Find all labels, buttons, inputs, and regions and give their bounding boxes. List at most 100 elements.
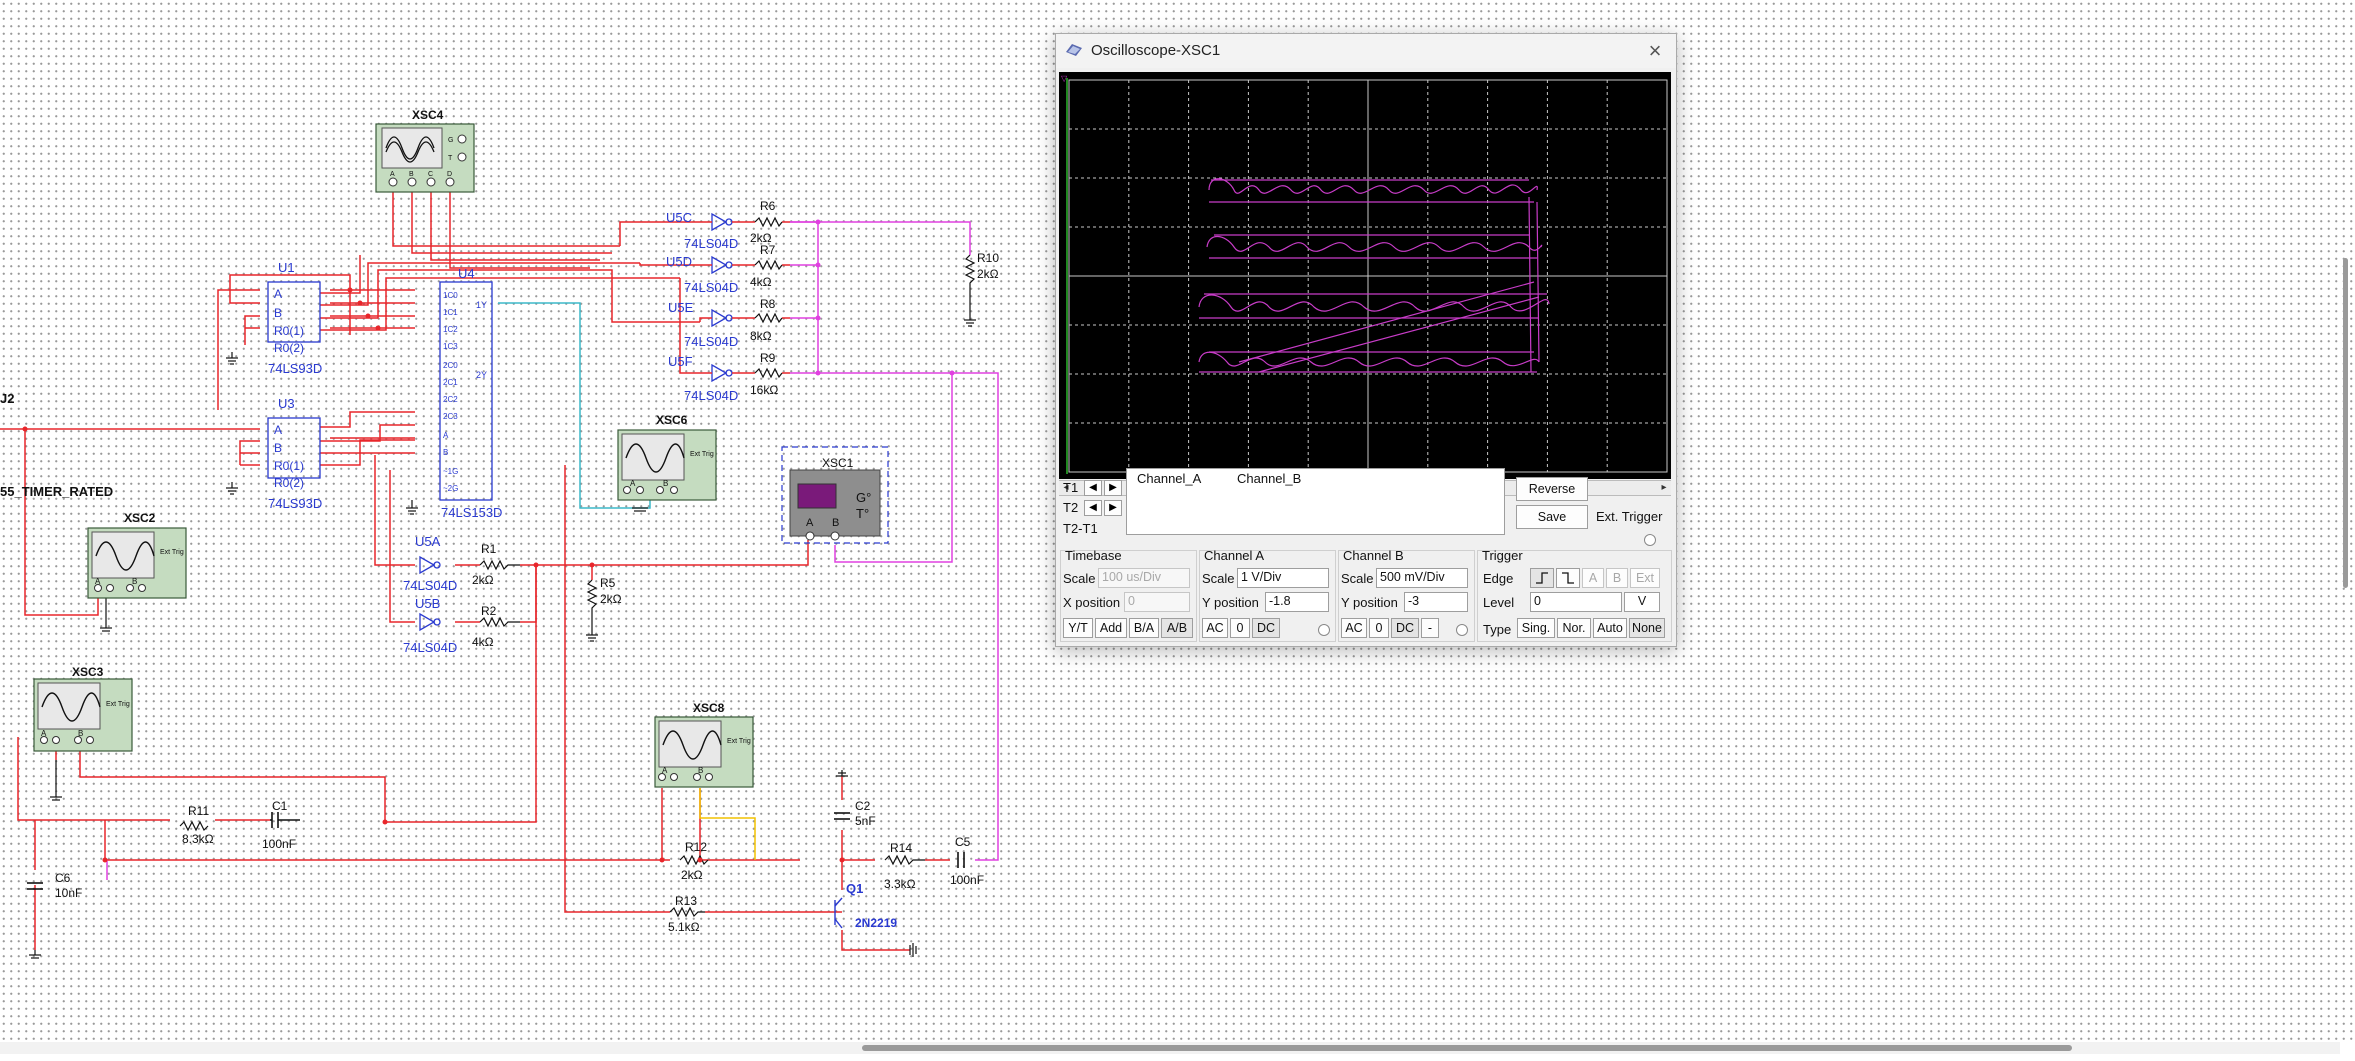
t1-left-arrow-icon[interactable]: ◀ — [1084, 480, 1102, 496]
c1-value: 100nF — [262, 837, 296, 851]
xsc3-ref: XSC3 — [72, 665, 104, 679]
u1-pin-r02: R0(2) — [274, 341, 304, 355]
mode-yt-button[interactable]: Y/T — [1063, 618, 1093, 638]
column-channel-a: Channel_A — [1137, 471, 1202, 486]
canvas-horizontal-scroll-thumb[interactable] — [862, 1045, 2072, 1051]
channel-b-ypos-field[interactable]: -3 — [1404, 592, 1468, 612]
timebase-scale-field[interactable]: 100 us/Div — [1098, 568, 1190, 588]
channel-b-ac-button[interactable]: AC — [1341, 618, 1367, 638]
xsc4-pin-t: T — [448, 155, 453, 162]
trigger-single-button[interactable]: Sing. — [1517, 618, 1555, 638]
mode-add-button[interactable]: Add — [1095, 618, 1127, 638]
channel-a-zero-button[interactable]: 0 — [1230, 618, 1250, 638]
channel-b-zero-button[interactable]: 0 — [1369, 618, 1389, 638]
timebase-xpos-field[interactable]: 0 — [1124, 592, 1190, 612]
t2-left-arrow-icon[interactable]: ◀ — [1084, 500, 1102, 516]
channel-a-polarity-radio[interactable] — [1318, 624, 1330, 636]
xsc1-t: T° — [856, 506, 869, 521]
oscilloscope-window[interactable]: Oscilloscope-XSC1 × ▽ ◂ ▸ T1 T2 T2-T1 ◀ … — [1055, 33, 1677, 647]
trigger-level-unit[interactable]: V — [1624, 592, 1660, 612]
xsc1-instrument[interactable]: XSC1 G° T° A B — [781, 446, 889, 544]
xsc3-instrument[interactable]: XSC3 Ext Trig A B — [33, 665, 133, 752]
timebase-xpos-label: X position — [1063, 595, 1121, 610]
r11-ref: R11 — [188, 804, 209, 818]
xsc4-pin-c: C — [428, 171, 433, 178]
save-button[interactable]: Save — [1516, 505, 1588, 529]
xsc4-pin-b: B — [409, 171, 414, 178]
mode-ba-button[interactable]: B/A — [1129, 618, 1159, 638]
falling-edge-icon[interactable] — [1556, 568, 1580, 588]
channel-b-scale-field[interactable]: 500 mV/Div — [1376, 568, 1468, 588]
oscilloscope-screen[interactable]: ▽ — [1059, 72, 1671, 479]
xsc4-pin-d: D — [447, 171, 452, 178]
u4-pin-1c3: 1C3 — [443, 342, 458, 351]
channel-a-ypos-label: Y position — [1202, 595, 1259, 610]
channel-a-ac-button[interactable]: AC — [1202, 618, 1228, 638]
channel-b-invert-button[interactable]: - — [1421, 618, 1439, 638]
oscilloscope-titlebar[interactable]: Oscilloscope-XSC1 × — [1056, 34, 1676, 68]
u4-pin-1c1: 1C1 — [443, 308, 458, 317]
xsc8-pin-a: A — [662, 766, 668, 775]
xsc8-pin-b: B — [698, 766, 703, 775]
trigger-source-ext-button[interactable]: Ext — [1630, 568, 1660, 588]
schematic-drawing[interactable]: U1 74LS93D A B R0(1) R0(2) U3 74LS93D A … — [0, 0, 1020, 1000]
ext-trigger-radio[interactable] — [1644, 534, 1656, 546]
trigger-source-a-button[interactable]: A — [1582, 568, 1604, 588]
u1-ref: U1 — [278, 260, 295, 275]
r10-value: 2kΩ — [977, 267, 999, 281]
trigger-marker-label: ▽ — [1061, 74, 1068, 83]
trigger-source-b-button[interactable]: B — [1606, 568, 1628, 588]
u5e-part: 74LS04D — [684, 334, 738, 349]
u1-pin-r01: R0(1) — [274, 324, 304, 338]
trace-a-b — [1198, 178, 1550, 373]
reverse-button[interactable]: Reverse — [1516, 477, 1588, 501]
xsc8-ref: XSC8 — [693, 701, 725, 715]
channel-a-scale-field[interactable]: 1 V/Div — [1237, 568, 1329, 588]
u1-chip[interactable]: U1 74LS93D A B R0(1) R0(2) — [267, 260, 322, 376]
t1-right-arrow-icon[interactable]: ▶ — [1104, 480, 1122, 496]
canvas-vertical-scroll-thumb[interactable] — [2343, 258, 2348, 588]
trigger-auto-button[interactable]: Auto — [1593, 618, 1627, 638]
u3-pin-r01: R0(1) — [274, 459, 304, 473]
r10-ref: R10 — [977, 251, 999, 265]
xsc6-pin-b: B — [663, 479, 668, 488]
xsc8-instrument[interactable]: XSC8 Ext Trig A B — [654, 701, 754, 788]
oscilloscope-display: ▽ — [1061, 74, 1668, 474]
channel-b-dc-button[interactable]: DC — [1391, 618, 1419, 638]
capacitor-symbols[interactable] — [27, 812, 965, 890]
channel-a-title: Channel A — [1204, 548, 1264, 563]
trigger-none-button[interactable]: None — [1629, 618, 1665, 638]
trigger-normal-button[interactable]: Nor. — [1557, 618, 1591, 638]
channel-a-ypos-field[interactable]: -1.8 — [1265, 592, 1329, 612]
r5-value: 2kΩ — [600, 592, 622, 606]
xsc6-instrument[interactable]: XSC6 Ext Trig A B — [617, 413, 717, 501]
mode-ab-button[interactable]: A/B — [1161, 618, 1193, 638]
r13-value: 5.1kΩ — [668, 920, 700, 934]
xsc1-ref: XSC1 — [822, 456, 854, 470]
u4-pin-1g: ~1G — [443, 467, 458, 476]
xsc2-ref: XSC2 — [124, 511, 156, 525]
r9-value: 16kΩ — [750, 383, 778, 397]
c2-ref: C2 — [855, 799, 871, 813]
rising-edge-icon[interactable] — [1530, 568, 1554, 588]
t2-right-arrow-icon[interactable]: ▶ — [1104, 500, 1122, 516]
xsc3-pin-b: B — [78, 729, 83, 738]
trigger-level-field[interactable]: 0 — [1530, 592, 1622, 612]
channel-a-dc-button[interactable]: DC — [1252, 618, 1280, 638]
r14-value: 3.3kΩ — [884, 877, 916, 891]
r9-ref: R9 — [760, 351, 776, 365]
junction-dots-magenta — [815, 219, 955, 376]
u4-out-1y: 1Y — [476, 300, 487, 310]
transistor-q1[interactable] — [834, 897, 843, 929]
cursor-t2-label: T2 — [1063, 500, 1079, 515]
scroll-right-icon[interactable]: ▸ — [1657, 481, 1671, 495]
close-icon[interactable]: × — [1642, 38, 1668, 64]
u3-chip[interactable]: U3 74LS93D A B R0(1) R0(2) — [267, 396, 322, 511]
u4-chip[interactable]: U4 74LS153D 1Y 2Y 1C0 1C1 1C2 1C3 2C0 2C… — [439, 266, 502, 520]
channel-b-polarity-radio[interactable] — [1456, 624, 1468, 636]
r5-ref: R5 — [600, 576, 616, 590]
xsc2-instrument[interactable]: XSC2 Ext Trig A B — [87, 511, 187, 599]
xsc4-instrument[interactable]: XSC4 G T A B C D — [375, 108, 475, 193]
channel-a-scale-label: Scale — [1202, 571, 1235, 586]
cursor-readout-table: Channel_A Channel_B — [1126, 468, 1505, 535]
